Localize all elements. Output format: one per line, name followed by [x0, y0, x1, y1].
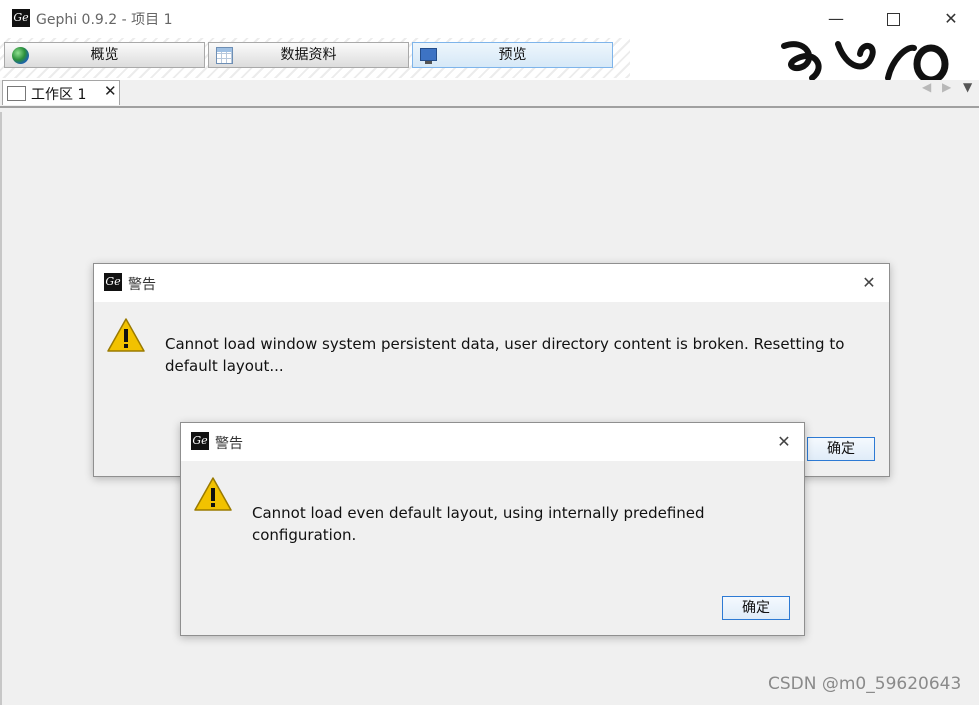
- dialog-close-button[interactable]: ✕: [769, 429, 799, 455]
- tab-menu-icon[interactable]: ▼: [963, 80, 972, 94]
- gephi-logo-icon: Ge: [191, 432, 209, 450]
- watermark-text: CSDN @m0_59620643: [768, 674, 962, 694]
- ok-button[interactable]: 确定: [722, 596, 790, 620]
- warning-icon: [194, 477, 232, 511]
- ok-button[interactable]: 确定: [807, 437, 875, 461]
- maximize-icon: [886, 13, 900, 26]
- warning-dialog-2: Ge 警告 ✕ Cannot load even default layout,…: [180, 422, 805, 636]
- dialog-close-button[interactable]: ✕: [854, 270, 884, 296]
- editor-tab-bar: 工作区 1 ✕ ◀ ▶ ▼: [0, 80, 979, 108]
- gephi-logo-icon: Ge: [12, 9, 30, 27]
- preview-button-label: 预览: [498, 47, 527, 63]
- table-icon: [216, 47, 233, 64]
- dialog-title: 警告: [128, 277, 156, 293]
- tab-label: 工作区 1: [31, 87, 87, 103]
- document-icon: [7, 86, 26, 101]
- window-title: Gephi 0.9.2 - 项目 1: [36, 12, 173, 28]
- overview-button-label: 概览: [90, 47, 119, 63]
- overview-button[interactable]: 概览: [4, 42, 205, 68]
- minimize-button[interactable]: —: [816, 6, 856, 32]
- preview-button[interactable]: 预览: [412, 42, 613, 68]
- gephi-logo-icon: Ge: [104, 273, 122, 291]
- dialog-title-bar: Ge 警告 ✕: [94, 264, 889, 302]
- monitor-icon: [420, 48, 437, 64]
- maximize-button[interactable]: [873, 6, 913, 32]
- tab-workspace-1[interactable]: 工作区 1 ✕: [2, 80, 120, 105]
- window-title-bar: Ge Gephi 0.9.2 - 项目 1 — ✕: [0, 0, 979, 38]
- dialog-title-bar: Ge 警告 ✕: [181, 423, 804, 461]
- close-window-button[interactable]: ✕: [931, 6, 971, 32]
- workspace-left-edge: [0, 112, 2, 705]
- dialog-message: Cannot load window system persistent dat…: [165, 335, 845, 375]
- tab-close-icon[interactable]: ✕: [104, 82, 117, 100]
- dialog-title: 警告: [215, 436, 243, 452]
- dialog-message: Cannot load even default layout, using i…: [252, 504, 705, 544]
- tab-scroll-left-icon[interactable]: ◀: [922, 80, 931, 94]
- gephi-logo-art: [781, 41, 949, 80]
- data-laboratory-button[interactable]: 数据资料: [208, 42, 409, 68]
- warning-icon: [107, 318, 145, 352]
- main-toolbar: 概览 数据资料 预览: [0, 38, 979, 80]
- globe-icon: [12, 47, 29, 64]
- data-laboratory-button-label: 数据资料: [280, 47, 337, 63]
- tab-scroll-right-icon[interactable]: ▶: [942, 80, 951, 94]
